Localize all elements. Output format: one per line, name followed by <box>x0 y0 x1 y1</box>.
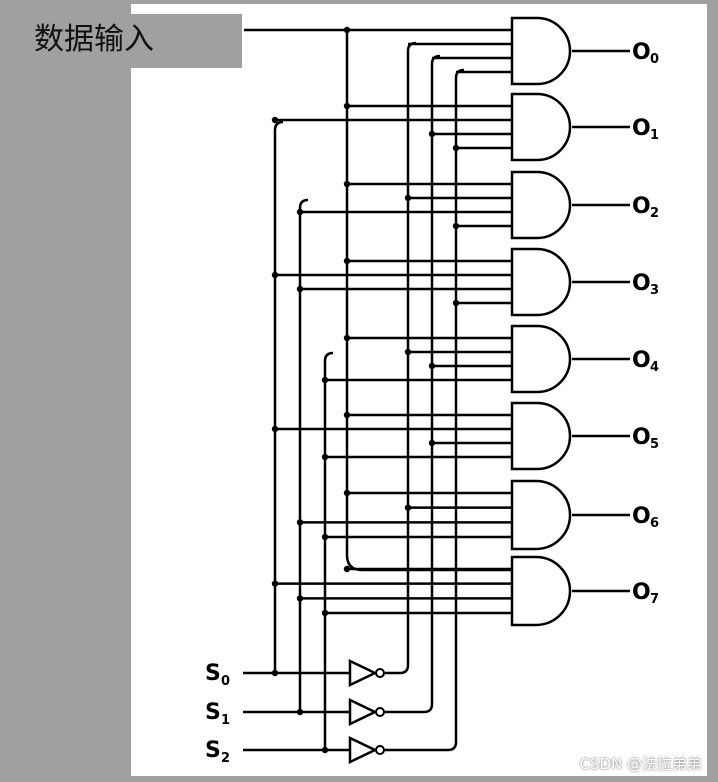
junction-dot <box>452 222 460 230</box>
junction-dot <box>343 489 351 497</box>
junction-dot <box>343 411 351 419</box>
select-label: S <box>205 738 221 763</box>
output-index: 6 <box>650 516 659 531</box>
and-gate <box>510 92 572 162</box>
junction-dot <box>296 595 304 602</box>
junction-dot <box>343 257 351 265</box>
and-gate <box>510 479 572 551</box>
select-label: S <box>205 700 221 725</box>
inverter-bubble <box>375 745 385 755</box>
junction-dot <box>321 746 329 754</box>
and-gate <box>510 16 572 86</box>
demultiplexer-circuit: O 0O 1O 2O 3O 4O 5O 6O 7S 0S 1S 2 <box>205 16 659 766</box>
junction-dot <box>321 376 329 384</box>
junction-dot <box>404 348 412 356</box>
select-index: 2 <box>221 751 230 766</box>
junction-dot <box>428 362 436 370</box>
output-label: O <box>632 348 651 373</box>
output-label: O <box>632 116 651 141</box>
select-index: 1 <box>221 713 230 728</box>
inverters <box>348 659 385 764</box>
select-bus-true-top <box>323 351 334 362</box>
junction-dot <box>428 130 436 138</box>
junction-dot <box>428 439 436 447</box>
and-gate <box>510 401 572 471</box>
junction-dot <box>296 208 304 216</box>
select-bus-true-top <box>298 198 309 209</box>
junction-dot <box>452 299 460 307</box>
wires <box>243 28 630 752</box>
and-gate <box>510 555 572 627</box>
junction-dot <box>271 116 279 124</box>
and-gate <box>510 324 572 394</box>
select-index: 0 <box>221 674 230 689</box>
output-label: O <box>632 580 651 605</box>
junction-dot <box>404 194 412 202</box>
junction-dot <box>321 453 329 461</box>
output-index: 7 <box>650 592 659 607</box>
junction-dot <box>343 26 351 34</box>
junction-dot <box>452 144 460 152</box>
select-label: S <box>205 661 221 686</box>
junction-dot <box>271 669 279 677</box>
output-label: O <box>632 425 651 450</box>
junction-dot <box>343 565 351 573</box>
inverter-gate <box>348 736 378 764</box>
output-index: 4 <box>650 360 659 375</box>
output-label: O <box>632 504 651 529</box>
junction-dot <box>343 334 351 342</box>
junction-dot <box>296 519 304 526</box>
output-index: 1 <box>650 128 659 143</box>
output-label: O <box>632 40 651 65</box>
output-index: 0 <box>650 52 659 67</box>
junction-dot <box>271 271 279 279</box>
output-label: O <box>632 194 651 219</box>
junction-dot <box>321 533 329 541</box>
junction-dot <box>296 285 304 293</box>
watermark: CSDN @法拉弟弟 <box>579 755 702 773</box>
inverter-output-wire <box>385 741 458 752</box>
junction-dot <box>343 180 351 188</box>
inverter-gate <box>348 698 378 726</box>
junction-dot <box>271 580 279 587</box>
junction-dot <box>296 708 304 716</box>
junction-dot <box>404 504 412 511</box>
and-gate <box>510 247 572 317</box>
inverter-gate <box>348 659 378 687</box>
junction-dot <box>321 609 329 617</box>
junction-dot <box>271 425 279 433</box>
inverter-bubble <box>375 668 385 678</box>
junction-dot <box>343 102 351 110</box>
and-gate <box>510 170 572 240</box>
inverter-output-wire <box>385 703 434 714</box>
inverter-bubble <box>375 707 385 717</box>
output-index: 3 <box>650 283 659 298</box>
output-index: 5 <box>650 437 659 452</box>
inverter-output-wire <box>385 664 410 675</box>
select-bus-true-top <box>273 120 284 131</box>
output-label: O <box>632 271 651 296</box>
output-index: 2 <box>650 206 659 221</box>
and-gates <box>510 16 572 627</box>
